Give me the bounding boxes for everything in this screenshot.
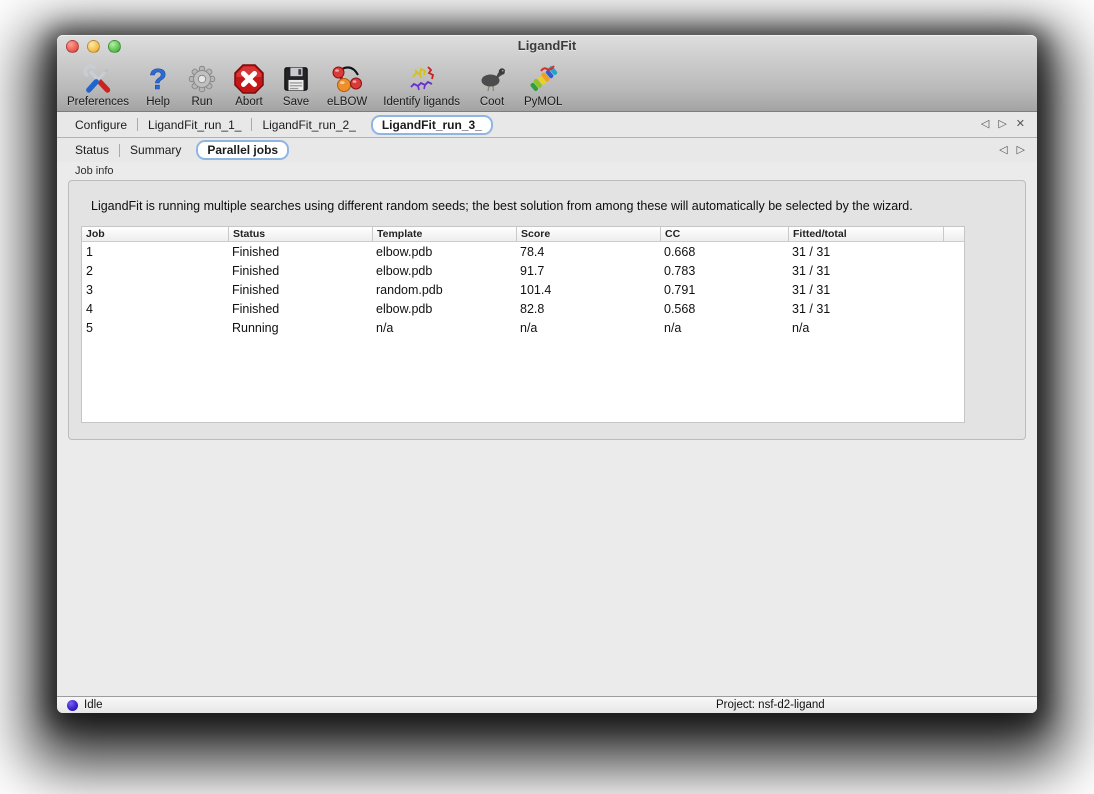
toolbar-label: eLBOW	[327, 96, 367, 109]
sub-tabstrip: Status Summary Parallel jobs ◁ ▷	[57, 138, 1037, 162]
toolbar-label: Help	[146, 96, 170, 109]
prev-tab-icon[interactable]: ◁	[981, 119, 989, 130]
svg-text:?: ?	[149, 64, 167, 95]
run-gear-icon	[187, 62, 217, 96]
tab-ligandfit-run-1[interactable]: LigandFit_run_1_	[138, 116, 251, 134]
pymol-button[interactable]: PyMOL	[520, 62, 566, 109]
run-tabstrip: Configure LigandFit_run_1_ LigandFit_run…	[57, 112, 1037, 138]
close-tab-icon[interactable]: ✕	[1016, 119, 1025, 130]
tab-ligandfit-run-3[interactable]: LigandFit_run_3_	[371, 115, 493, 135]
toolbar-label: Run	[191, 96, 212, 109]
identify-ligands-button[interactable]: Identify ligands	[379, 62, 464, 109]
status-bar: Idle Project: nsf-d2-ligand	[57, 696, 1037, 713]
status-indicator-icon	[67, 700, 78, 711]
cell-status: Running	[228, 321, 372, 335]
cell-status: Finished	[228, 283, 372, 297]
cell-job: 4	[82, 302, 228, 316]
save-button[interactable]: Save	[277, 62, 315, 109]
next-subtab-icon[interactable]: ▷	[1017, 145, 1025, 156]
identify-ligands-icon	[406, 62, 438, 96]
cell-fitted: n/a	[788, 321, 943, 335]
cell-template: elbow.pdb	[372, 302, 516, 316]
job-info-groupbox: LigandFit is running multiple searches u…	[68, 180, 1026, 440]
coot-button[interactable]: Coot	[472, 62, 512, 109]
prev-subtab-icon[interactable]: ◁	[999, 145, 1007, 156]
preferences-button[interactable]: Preferences	[63, 62, 133, 109]
parallel-jobs-table: Job Status Template Score CC Fitted/tota…	[81, 226, 965, 423]
column-header-fitted-total[interactable]: Fitted/total	[788, 227, 943, 241]
cell-template: n/a	[372, 321, 516, 335]
table-row[interactable]: 3 Finished random.pdb 101.4 0.791 31 / 3…	[82, 280, 964, 299]
column-header-template[interactable]: Template	[372, 227, 516, 241]
cell-score: 78.4	[516, 245, 660, 259]
cell-score: 91.7	[516, 264, 660, 278]
window-title: LigandFit	[57, 38, 1037, 53]
elbow-molecule-icon	[331, 62, 363, 96]
cell-job: 2	[82, 264, 228, 278]
cell-cc: 0.791	[660, 283, 788, 297]
status-text: Idle	[84, 699, 103, 711]
cell-cc: n/a	[660, 321, 788, 335]
cell-template: random.pdb	[372, 283, 516, 297]
cell-job: 3	[82, 283, 228, 297]
next-tab-icon[interactable]: ▷	[998, 119, 1006, 130]
ligandfit-window: LigandFit Preferences	[57, 35, 1037, 713]
cell-fitted: 31 / 31	[788, 283, 943, 297]
column-header-job[interactable]: Job	[82, 227, 228, 241]
abort-button[interactable]: Abort	[229, 62, 269, 109]
cell-template: elbow.pdb	[372, 264, 516, 278]
tab-ligandfit-run-2[interactable]: LigandFit_run_2_	[252, 116, 365, 134]
toolbar-label: Identify ligands	[383, 96, 460, 109]
table-row[interactable]: 4 Finished elbow.pdb 82.8 0.568 31 / 31	[82, 299, 964, 318]
toolbar: Preferences ? Help	[57, 57, 1037, 112]
toolbar-label: Preferences	[67, 96, 129, 109]
subtab-summary[interactable]: Summary	[120, 141, 191, 159]
column-header-cc[interactable]: CC	[660, 227, 788, 241]
wizard-message: LigandFit is running multiple searches u…	[91, 199, 913, 213]
toolbar-label: Save	[283, 96, 309, 109]
cell-fitted: 31 / 31	[788, 245, 943, 259]
cell-job: 1	[82, 245, 228, 259]
elbow-button[interactable]: eLBOW	[323, 62, 371, 109]
column-header-status[interactable]: Status	[228, 227, 372, 241]
cell-status: Finished	[228, 264, 372, 278]
help-button[interactable]: ? Help	[141, 62, 175, 109]
cell-fitted: 31 / 31	[788, 264, 943, 278]
abort-icon	[233, 62, 265, 96]
save-floppy-icon	[281, 62, 311, 96]
run-button[interactable]: Run	[183, 62, 221, 109]
window-chrome: LigandFit Preferences	[57, 35, 1037, 112]
content-panel: Job info LigandFit is running multiple s…	[57, 162, 1037, 695]
job-info-group-label: Job info	[75, 165, 114, 177]
table-row[interactable]: 1 Finished elbow.pdb 78.4 0.668 31 / 31	[82, 242, 964, 261]
help-icon: ?	[145, 62, 171, 96]
cell-status: Finished	[228, 302, 372, 316]
cell-score: 101.4	[516, 283, 660, 297]
subtab-parallel-jobs[interactable]: Parallel jobs	[196, 140, 289, 160]
cell-fitted: 31 / 31	[788, 302, 943, 316]
cell-score: 82.8	[516, 302, 660, 316]
column-header-blank	[943, 227, 964, 241]
cell-job: 5	[82, 321, 228, 335]
tab-configure[interactable]: Configure	[65, 116, 137, 134]
cell-score: n/a	[516, 321, 660, 335]
cell-cc: 0.668	[660, 245, 788, 259]
toolbar-label: Coot	[480, 96, 504, 109]
pymol-ribbon-icon	[527, 62, 559, 96]
toolbar-label: PyMOL	[524, 96, 562, 109]
table-row[interactable]: 5 Running n/a n/a n/a n/a	[82, 318, 964, 337]
toolbar-label: Abort	[235, 96, 263, 109]
column-header-score[interactable]: Score	[516, 227, 660, 241]
table-row[interactable]: 2 Finished elbow.pdb 91.7 0.783 31 / 31	[82, 261, 964, 280]
cell-cc: 0.568	[660, 302, 788, 316]
subtab-status[interactable]: Status	[65, 141, 119, 159]
coot-bird-icon	[476, 62, 508, 96]
project-label: Project: nsf-d2-ligand	[716, 699, 825, 711]
preferences-icon	[82, 62, 114, 96]
cell-template: elbow.pdb	[372, 245, 516, 259]
cell-cc: 0.783	[660, 264, 788, 278]
titlebar[interactable]: LigandFit	[57, 35, 1037, 57]
cell-status: Finished	[228, 245, 372, 259]
table-header-row: Job Status Template Score CC Fitted/tota…	[82, 227, 964, 242]
